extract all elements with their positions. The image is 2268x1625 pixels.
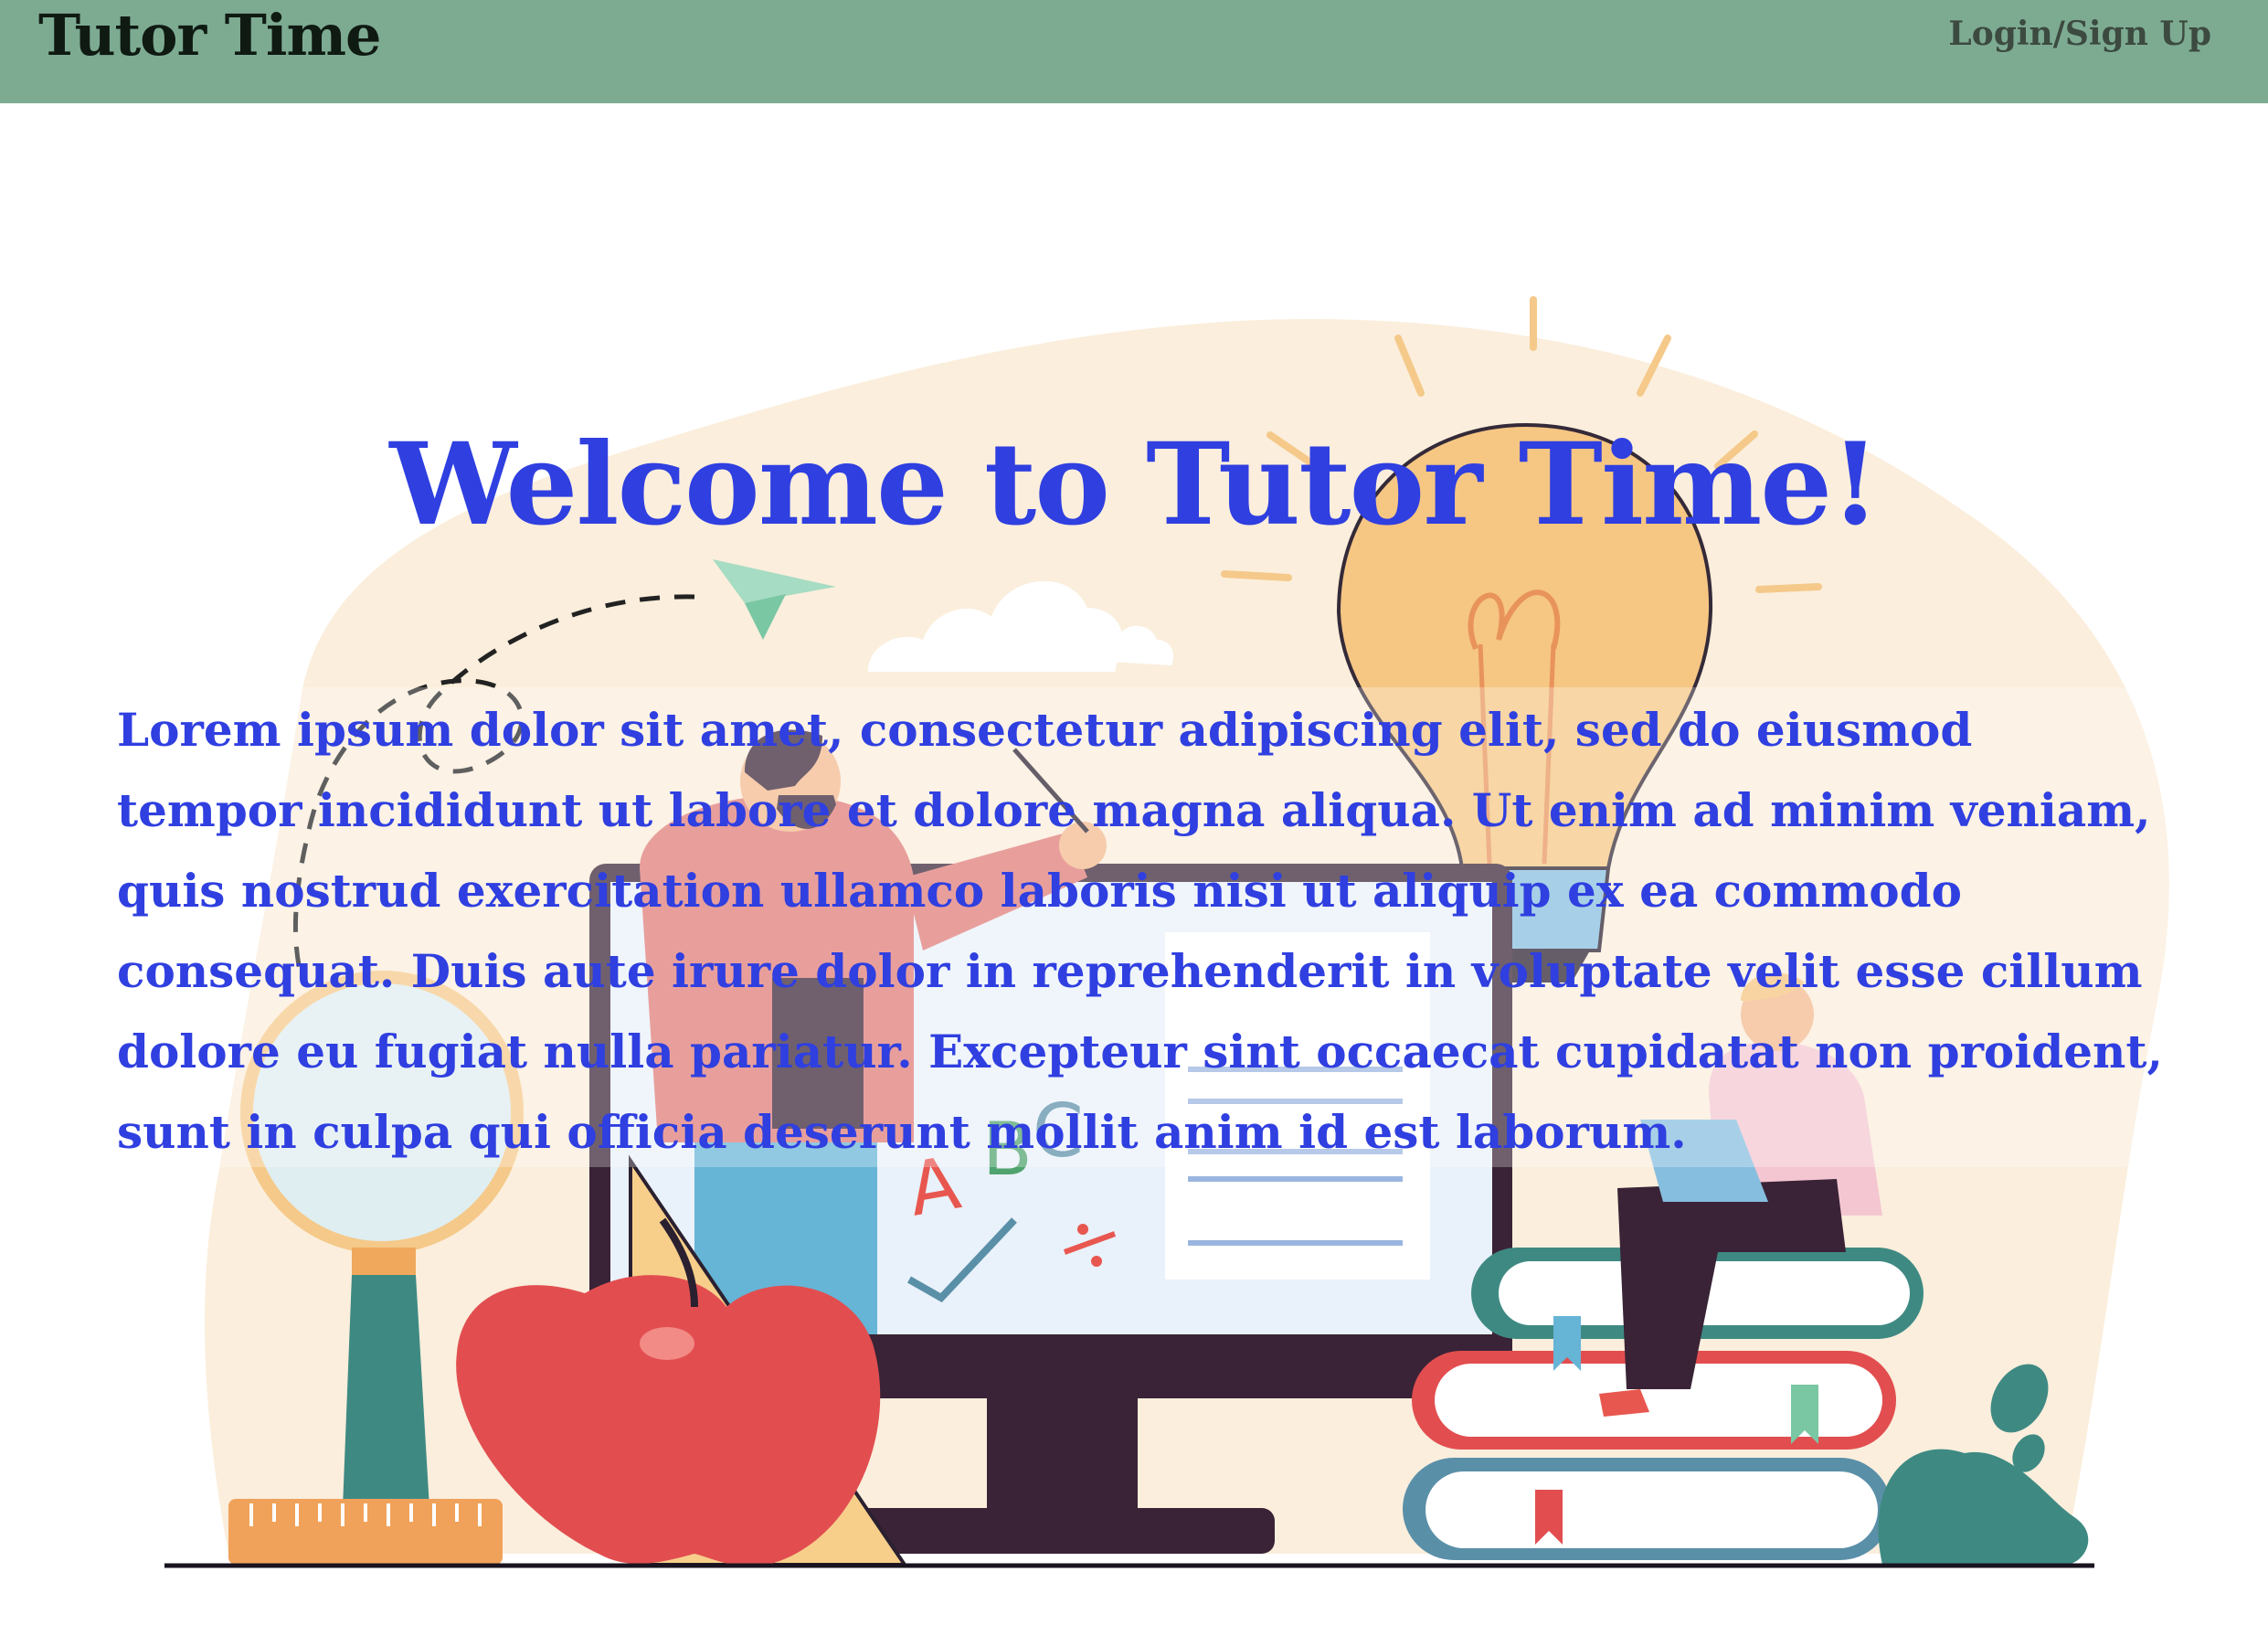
ruler-icon — [228, 1499, 503, 1565]
top-navbar: Tutor Time Login/Sign Up — [0, 0, 2268, 103]
login-signup-link[interactable]: Login/Sign Up — [1948, 15, 2211, 53]
hero-description: Lorem ipsum dolor sit amet, consectetur … — [117, 703, 2163, 1159]
brand-title[interactable]: Tutor Time — [38, 2, 382, 69]
hero-title: Welcome to Tutor Time! — [389, 419, 1880, 551]
